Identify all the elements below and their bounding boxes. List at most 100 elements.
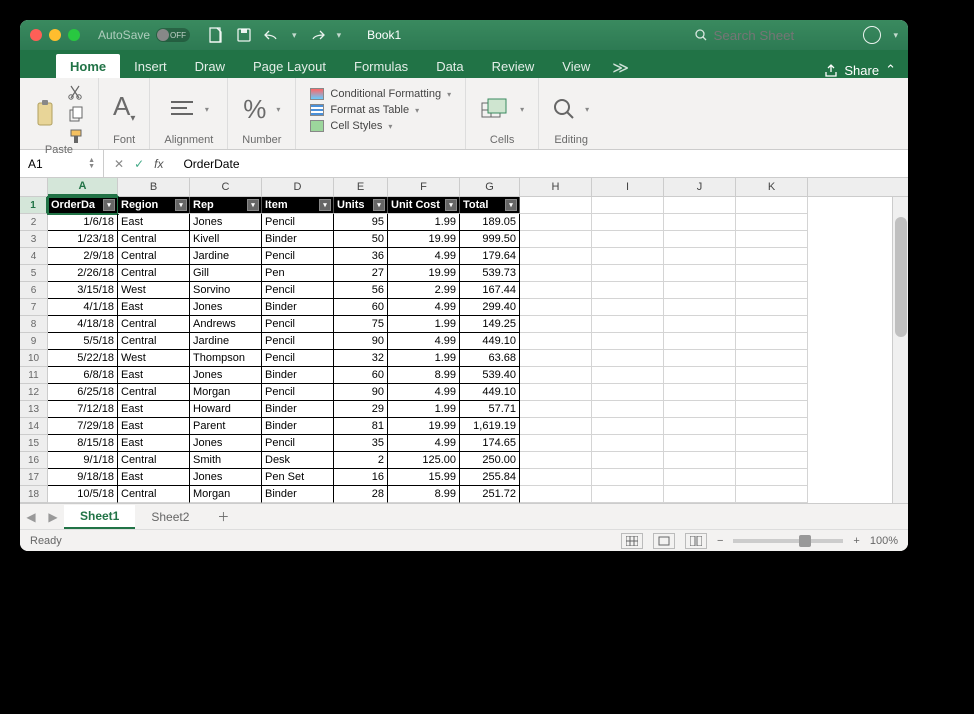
table-cell[interactable]: Jones bbox=[190, 435, 262, 452]
table-cell[interactable]: Central bbox=[118, 384, 190, 401]
conditional-formatting-button[interactable]: Conditional Formatting▾ bbox=[310, 88, 451, 100]
table-cell[interactable]: East bbox=[118, 367, 190, 384]
empty-cell[interactable] bbox=[664, 299, 736, 316]
table-cell[interactable]: Binder bbox=[262, 418, 334, 435]
table-cell[interactable]: 7/29/18 bbox=[48, 418, 118, 435]
empty-cell[interactable] bbox=[736, 367, 808, 384]
table-header-cell[interactable]: Unit Cost▾ bbox=[388, 197, 460, 214]
collapse-ribbon-icon[interactable]: ⌃ bbox=[885, 62, 896, 78]
table-cell[interactable]: 50 bbox=[334, 231, 388, 248]
table-cell[interactable]: Pencil bbox=[262, 350, 334, 367]
empty-cell[interactable] bbox=[664, 469, 736, 486]
table-cell[interactable]: 63.68 bbox=[460, 350, 520, 367]
table-cell[interactable]: Pencil bbox=[262, 384, 334, 401]
table-cell[interactable]: 3/15/18 bbox=[48, 282, 118, 299]
search-input[interactable] bbox=[713, 28, 843, 43]
empty-cell[interactable] bbox=[592, 350, 664, 367]
table-cell[interactable]: 56 bbox=[334, 282, 388, 299]
table-cell[interactable]: Pencil bbox=[262, 214, 334, 231]
filter-dropdown-icon[interactable]: ▾ bbox=[505, 199, 517, 211]
table-header-cell[interactable]: OrderDa▾ bbox=[48, 197, 118, 214]
table-cell[interactable]: 1.99 bbox=[388, 350, 460, 367]
row-header[interactable]: 11 bbox=[20, 367, 48, 384]
table-cell[interactable]: Binder bbox=[262, 401, 334, 418]
column-header[interactable]: B bbox=[118, 178, 190, 196]
empty-cell[interactable] bbox=[520, 384, 592, 401]
empty-cell[interactable] bbox=[592, 418, 664, 435]
fx-icon[interactable]: fx bbox=[154, 157, 163, 171]
table-cell[interactable]: East bbox=[118, 435, 190, 452]
empty-cell[interactable] bbox=[592, 316, 664, 333]
table-cell[interactable]: 1,619.19 bbox=[460, 418, 520, 435]
filter-dropdown-icon[interactable]: ▾ bbox=[445, 199, 457, 211]
editing-icon[interactable] bbox=[553, 98, 575, 120]
row-header[interactable]: 17 bbox=[20, 469, 48, 486]
table-cell[interactable]: Central bbox=[118, 452, 190, 469]
column-header[interactable]: D bbox=[262, 178, 334, 196]
zoom-out-button[interactable]: − bbox=[717, 535, 723, 547]
empty-cell[interactable] bbox=[520, 265, 592, 282]
row-header[interactable]: 10 bbox=[20, 350, 48, 367]
table-cell[interactable]: East bbox=[118, 401, 190, 418]
table-cell[interactable]: 1/23/18 bbox=[48, 231, 118, 248]
alignment-icon[interactable] bbox=[169, 98, 195, 120]
table-cell[interactable]: Jones bbox=[190, 367, 262, 384]
table-cell[interactable]: 4.99 bbox=[388, 435, 460, 452]
cells-icon[interactable] bbox=[480, 97, 510, 121]
filter-dropdown-icon[interactable]: ▾ bbox=[319, 199, 331, 211]
table-cell[interactable]: Jones bbox=[190, 299, 262, 316]
empty-cell[interactable] bbox=[736, 214, 808, 231]
empty-cell[interactable] bbox=[592, 231, 664, 248]
empty-cell[interactable] bbox=[664, 265, 736, 282]
autosave-switch[interactable]: OFF bbox=[156, 28, 190, 42]
normal-view-button[interactable] bbox=[621, 533, 643, 549]
table-cell[interactable]: 9/1/18 bbox=[48, 452, 118, 469]
share-button[interactable]: Share bbox=[844, 63, 879, 78]
format-painter-icon[interactable] bbox=[68, 128, 84, 144]
table-cell[interactable]: 27 bbox=[334, 265, 388, 282]
table-cell[interactable]: 8/15/18 bbox=[48, 435, 118, 452]
empty-cell[interactable] bbox=[520, 367, 592, 384]
search-box[interactable] bbox=[695, 28, 843, 43]
empty-cell[interactable] bbox=[520, 333, 592, 350]
table-cell[interactable]: 251.72 bbox=[460, 486, 520, 503]
empty-cell[interactable] bbox=[736, 333, 808, 350]
empty-cell[interactable] bbox=[664, 435, 736, 452]
autosave-toggle[interactable]: AutoSave OFF bbox=[98, 28, 190, 42]
document-icon[interactable] bbox=[208, 27, 224, 43]
row-header[interactable]: 1 bbox=[20, 197, 48, 214]
table-cell[interactable]: 149.25 bbox=[460, 316, 520, 333]
table-cell[interactable]: 90 bbox=[334, 384, 388, 401]
table-cell[interactable]: 2/9/18 bbox=[48, 248, 118, 265]
table-cell[interactable]: Central bbox=[118, 486, 190, 503]
empty-cell[interactable] bbox=[592, 248, 664, 265]
table-cell[interactable]: Binder bbox=[262, 367, 334, 384]
empty-cell[interactable] bbox=[664, 384, 736, 401]
table-cell[interactable]: 539.73 bbox=[460, 265, 520, 282]
select-all-corner[interactable] bbox=[20, 178, 48, 197]
table-cell[interactable]: 1/6/18 bbox=[48, 214, 118, 231]
row-header[interactable]: 9 bbox=[20, 333, 48, 350]
empty-cell[interactable] bbox=[736, 418, 808, 435]
column-header[interactable]: A bbox=[48, 178, 118, 196]
row-header[interactable]: 6 bbox=[20, 282, 48, 299]
empty-cell[interactable] bbox=[664, 486, 736, 503]
empty-cell[interactable] bbox=[520, 299, 592, 316]
empty-cell[interactable] bbox=[664, 214, 736, 231]
empty-cell[interactable] bbox=[520, 231, 592, 248]
undo-icon[interactable] bbox=[264, 27, 280, 43]
table-cell[interactable]: Thompson bbox=[190, 350, 262, 367]
filter-dropdown-icon[interactable]: ▾ bbox=[373, 199, 385, 211]
empty-cell[interactable] bbox=[736, 384, 808, 401]
sheet-nav-next-icon[interactable]: ▶ bbox=[42, 510, 64, 524]
more-tabs-icon[interactable]: ≫ bbox=[604, 58, 637, 78]
table-cell[interactable]: East bbox=[118, 418, 190, 435]
empty-cell[interactable] bbox=[736, 231, 808, 248]
name-box[interactable]: A1▲▼ bbox=[20, 150, 104, 177]
row-header[interactable]: 15 bbox=[20, 435, 48, 452]
empty-cell[interactable] bbox=[520, 248, 592, 265]
table-cell[interactable]: Jones bbox=[190, 469, 262, 486]
table-cell[interactable]: West bbox=[118, 350, 190, 367]
table-cell[interactable]: 2.99 bbox=[388, 282, 460, 299]
table-cell[interactable]: 90 bbox=[334, 333, 388, 350]
